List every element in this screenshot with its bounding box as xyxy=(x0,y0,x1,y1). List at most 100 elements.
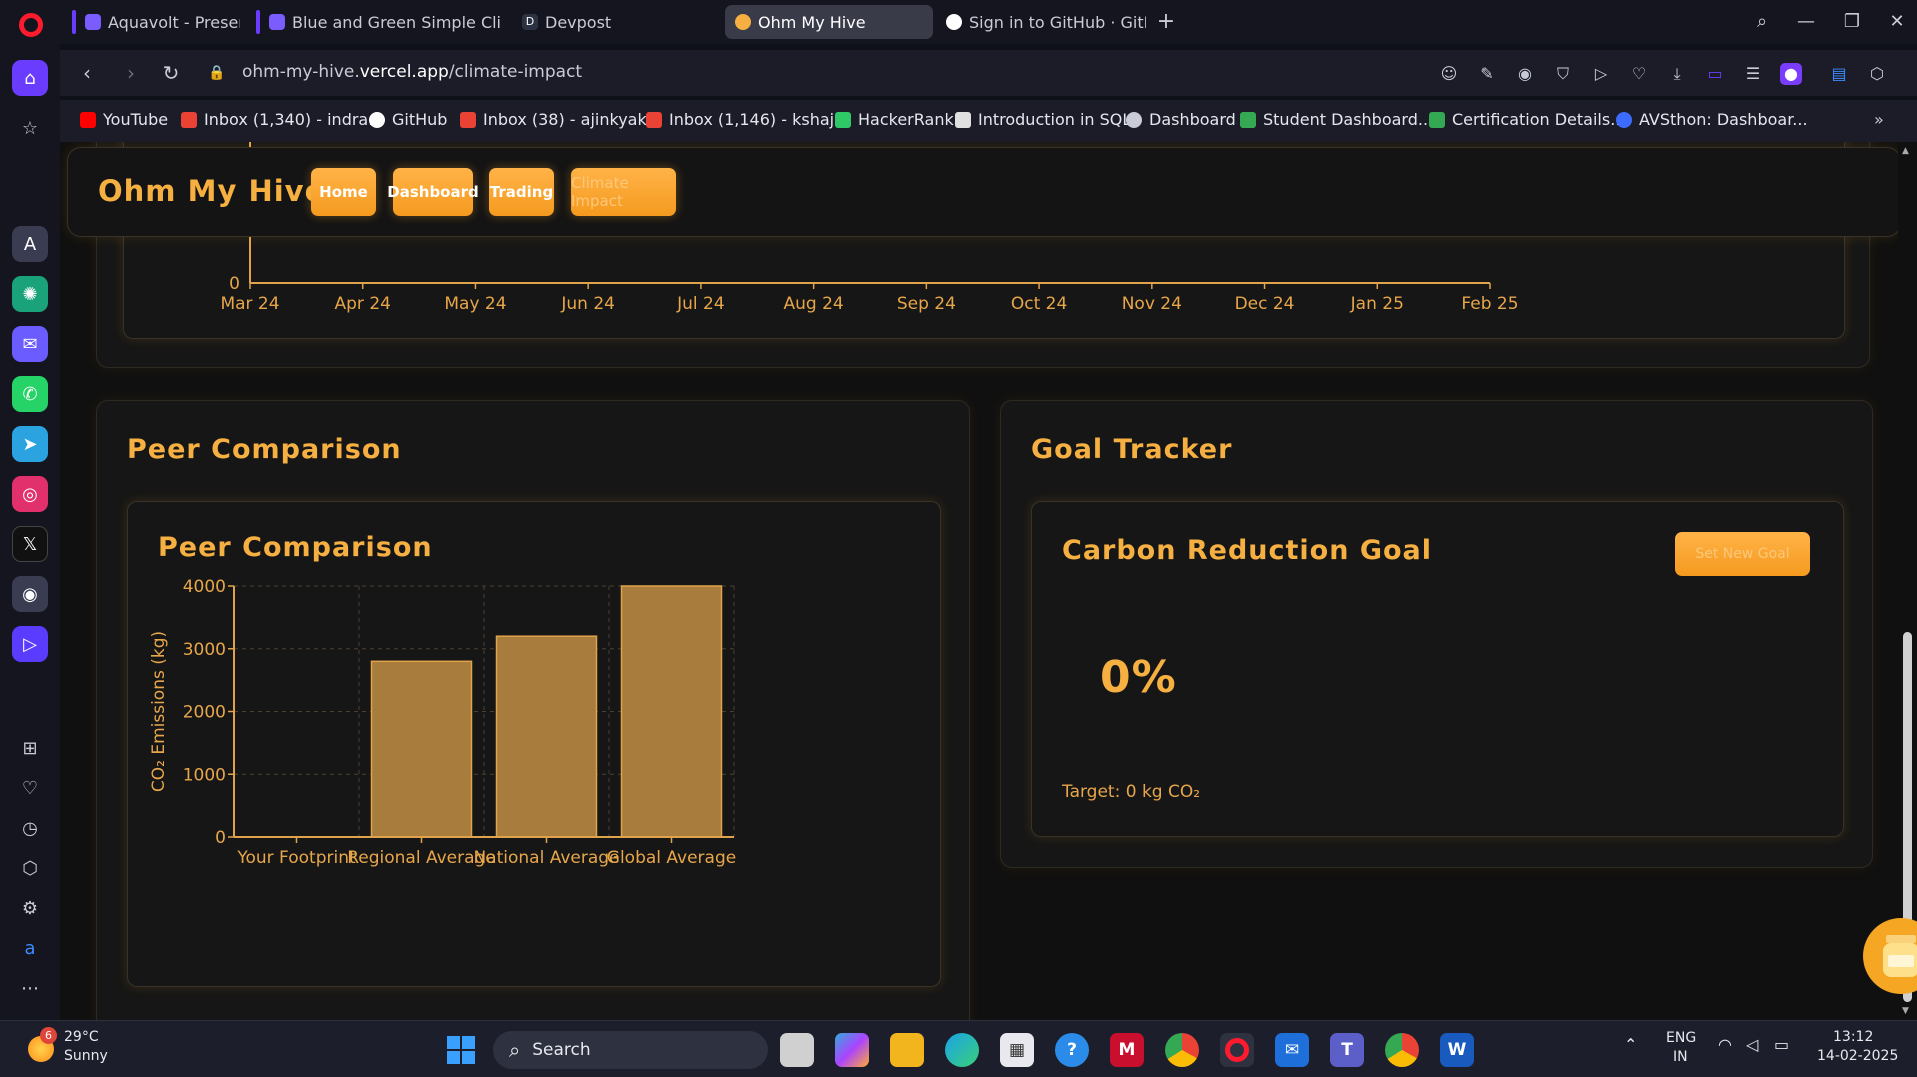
aria-icon[interactable]: A xyxy=(12,226,48,262)
bookmark-student-dashboard[interactable]: Student Dashboard... xyxy=(1240,110,1433,129)
bookmark-label: AVSthon: Dashboar... xyxy=(1639,110,1808,129)
peer-bar[interactable] xyxy=(370,660,473,838)
reload-icon[interactable]: ↻ xyxy=(156,58,186,88)
region-code[interactable]: IN xyxy=(1673,1049,1688,1065)
tray-chevron-icon[interactable]: ⌃ xyxy=(1624,1035,1637,1054)
scroll-down-icon[interactable]: ▼ xyxy=(1902,1006,1909,1016)
bookmark-certification[interactable]: Certification Details... xyxy=(1429,110,1625,129)
clock-time[interactable]: 13:12 xyxy=(1833,1029,1873,1045)
star-icon[interactable]: ☆ xyxy=(12,110,48,146)
bookmarks-heart-icon[interactable]: ♡ xyxy=(12,770,48,806)
player-icon[interactable]: ◉ xyxy=(12,576,48,612)
tab-github[interactable]: Sign in to GitHub · GitHub xyxy=(936,5,1146,39)
battery-icon[interactable]: ▭ xyxy=(1774,1035,1789,1054)
instagram-icon[interactable]: ◎ xyxy=(12,476,48,512)
scroll-up-icon[interactable]: ▲ xyxy=(1902,146,1909,156)
bookmarks-overflow-icon[interactable]: » xyxy=(1874,110,1884,129)
weather-temp[interactable]: 29°C xyxy=(64,1029,99,1045)
edge-icon[interactable] xyxy=(945,1033,979,1067)
emoji-icon[interactable]: ☺ xyxy=(1438,63,1460,85)
edit-icon[interactable]: ✎ xyxy=(1476,63,1498,85)
tab-aquavolt[interactable]: Aquavolt - Presentation - xyxy=(62,5,240,39)
honey-jar-chat-icon[interactable] xyxy=(1862,917,1917,995)
lock-icon[interactable]: 🔒 xyxy=(202,58,232,88)
peer-bar[interactable] xyxy=(620,585,723,838)
nav-climate-impact-button[interactable]: Climate Impact xyxy=(571,168,676,216)
opera-logo-icon[interactable] xyxy=(19,13,43,37)
weather-condition[interactable]: Sunny xyxy=(64,1048,108,1064)
bookmark-gmail-1[interactable]: Inbox (1,340) - indra... xyxy=(181,110,383,129)
settings-gear-icon[interactable]: ⚙ xyxy=(12,890,48,926)
volume-icon[interactable]: ◁ xyxy=(1746,1035,1758,1054)
nav-dashboard-button[interactable]: Dashboard xyxy=(387,168,479,216)
messenger-icon[interactable]: ✉ xyxy=(12,326,48,362)
workspaces-icon[interactable]: ⊞ xyxy=(12,730,48,766)
bookmark-youtube[interactable]: YouTube xyxy=(80,110,168,129)
tab-group-marker xyxy=(256,10,260,34)
set-new-goal-button[interactable]: Set New Goal xyxy=(1675,532,1810,576)
bookmark-sql[interactable]: Introduction in SQL xyxy=(955,110,1131,129)
camera-icon[interactable]: ◉ xyxy=(1514,63,1536,85)
microsoft-store-icon[interactable]: ▦ xyxy=(1000,1033,1034,1067)
chrome-profile-icon[interactable] xyxy=(1385,1033,1419,1067)
bookmark-dashboard[interactable]: Dashboard xyxy=(1126,110,1236,129)
nav-home-button[interactable]: Home xyxy=(311,168,376,216)
mcafee-icon[interactable]: M xyxy=(1110,1033,1144,1067)
avsthon-icon xyxy=(1616,111,1632,128)
home-icon[interactable]: ⌂ xyxy=(12,60,48,96)
url-field[interactable]: ohm-my-hive.vercel.app/climate-impact xyxy=(242,62,582,82)
easy-setup-icon[interactable]: ☰ xyxy=(1742,63,1764,85)
bookmark-gmail-2[interactable]: Inbox (38) - ajinkyak... xyxy=(460,110,662,129)
more-icon[interactable]: ⋯ xyxy=(12,970,48,1006)
clock-date[interactable]: 14-02-2025 xyxy=(1817,1048,1898,1064)
taskbar-search-box[interactable]: ⌕ Search xyxy=(493,1031,768,1069)
tab-devpost[interactable]: D Devpost xyxy=(512,5,722,39)
mail-icon[interactable]: ✉ xyxy=(1275,1033,1309,1067)
close-icon[interactable]: ✕ xyxy=(1880,8,1914,36)
telegram-icon[interactable]: ➤ xyxy=(12,426,48,462)
windows-start-icon[interactable] xyxy=(444,1033,478,1067)
translate-icon[interactable]: a xyxy=(12,930,48,966)
brand-logo[interactable]: Ohm My Hive xyxy=(98,174,325,208)
x-twitter-icon[interactable]: 𝕏 xyxy=(12,526,48,562)
minimize-icon[interactable]: — xyxy=(1789,8,1823,36)
bookmark-hackerrank[interactable]: HackerRank xyxy=(835,110,954,129)
wifi-icon[interactable]: ◠ xyxy=(1718,1035,1732,1054)
nav-trading-button[interactable]: Trading xyxy=(489,168,554,216)
shield-icon[interactable]: ⛉ xyxy=(1552,63,1574,85)
word-icon[interactable]: W xyxy=(1440,1033,1474,1067)
back-icon[interactable]: ‹ xyxy=(72,58,102,88)
page-scrollbar[interactable]: ▲ ▼ xyxy=(1898,142,1917,1020)
heart-icon[interactable]: ♡ xyxy=(1628,63,1650,85)
restore-icon[interactable]: ❐ xyxy=(1835,8,1869,36)
peer-bar[interactable] xyxy=(495,635,598,838)
tab-blue-green[interactable]: Blue and Green Simple Cli xyxy=(246,5,506,39)
forward-icon[interactable]: › xyxy=(116,58,146,88)
help-icon[interactable]: ? xyxy=(1055,1033,1089,1067)
bookmark-avsthon[interactable]: AVSthon: Dashboar... xyxy=(1616,110,1808,129)
timeline-month-label: Oct 24 xyxy=(1011,294,1067,314)
extensions-icon[interactable]: ⬡ xyxy=(12,850,48,886)
extensions-cube-icon[interactable]: ⬡ xyxy=(1866,63,1888,85)
workspace-icon[interactable]: ▤ xyxy=(1828,63,1850,85)
bookmark-gmail-3[interactable]: Inbox (1,146) - kshaj... xyxy=(646,110,849,129)
copilot-icon[interactable] xyxy=(835,1033,869,1067)
tab-search-icon[interactable]: ⌕ xyxy=(1745,8,1779,36)
download-icon[interactable]: ⤓ xyxy=(1666,63,1688,85)
play-icon[interactable]: ▷ xyxy=(1590,63,1612,85)
chatgpt-icon[interactable]: ✺ xyxy=(12,276,48,312)
opera-taskbar-icon[interactable] xyxy=(1220,1033,1254,1067)
whatsapp-icon[interactable]: ✆ xyxy=(12,376,48,412)
wallet-icon[interactable]: ▭ xyxy=(1704,63,1726,85)
new-tab-plus-icon[interactable]: + xyxy=(1149,8,1183,36)
file-explorer-icon[interactable] xyxy=(890,1033,924,1067)
tab-ohm-my-hive[interactable]: Ohm My Hive xyxy=(725,5,933,39)
profile-icon[interactable]: ● xyxy=(1780,63,1802,85)
task-view-icon[interactable] xyxy=(780,1033,814,1067)
bookmark-github[interactable]: GitHub xyxy=(369,110,447,129)
language-code[interactable]: ENG xyxy=(1666,1030,1696,1046)
chrome-icon[interactable] xyxy=(1165,1033,1199,1067)
flow-icon[interactable]: ▷ xyxy=(12,626,48,662)
teams-icon[interactable]: T xyxy=(1330,1033,1364,1067)
history-icon[interactable]: ◷ xyxy=(12,810,48,846)
